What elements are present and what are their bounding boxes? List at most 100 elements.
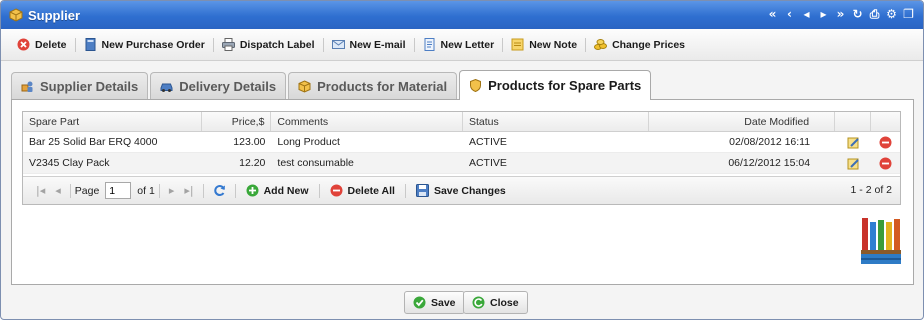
edit-row-button[interactable] xyxy=(835,153,871,173)
envelope-icon xyxy=(331,40,345,49)
window-title: Supplier xyxy=(28,7,81,23)
table-row[interactable]: Bar 25 Solid Bar ERQ 4000 123.00 Long Pr… xyxy=(23,132,900,153)
save-button[interactable]: Save xyxy=(404,291,465,314)
record-count: 1 - 2 of 2 xyxy=(850,184,892,196)
add-new-label: Add New xyxy=(263,184,309,197)
new-note-label: New Note xyxy=(529,38,578,51)
tab-delivery-details[interactable]: Delivery Details xyxy=(150,72,287,100)
note-icon xyxy=(511,38,524,51)
letter-icon xyxy=(424,38,435,51)
save-label: Save xyxy=(431,296,456,309)
spare-parts-grid: Spare Part Price,$ Comments Status Date … xyxy=(22,111,901,205)
left-icon[interactable]: ◂ xyxy=(800,7,813,21)
cell-comments: test consumable xyxy=(277,157,354,169)
bookshelf-icon xyxy=(861,218,901,264)
car-icon xyxy=(160,83,173,92)
tab-supplier-details[interactable]: Supplier Details xyxy=(11,72,149,100)
printer-icon xyxy=(221,38,235,51)
dispatch-label-button[interactable]: Dispatch Label xyxy=(216,38,321,51)
supplier-icon xyxy=(9,8,23,22)
save-changes-button[interactable]: Save Changes xyxy=(410,184,512,197)
cell-date-modified: 02/08/2012 16:11 xyxy=(729,136,811,148)
cell-date-modified: 06/12/2012 15:04 xyxy=(728,157,811,169)
remove-icon xyxy=(879,157,892,169)
delete-row-button[interactable] xyxy=(871,153,900,173)
cell-comments: Long Product xyxy=(277,136,340,148)
column-header-comments[interactable]: Comments xyxy=(271,112,463,131)
pager-divider xyxy=(202,183,204,198)
edit-icon xyxy=(847,158,859,169)
new-note-button[interactable]: New Note xyxy=(505,38,583,51)
table-row[interactable]: V2345 Clay Pack 12.20 test consumable AC… xyxy=(23,153,900,174)
refresh-icon[interactable] xyxy=(213,184,226,197)
cell-price: 12.20 xyxy=(239,157,266,169)
pager-divider xyxy=(69,183,71,198)
window-titlebar: Supplier « ‹ ◂ ▸ » ↻ ⎙ ⚙ ❐ xyxy=(1,1,923,29)
cell-status: ACTIVE xyxy=(468,157,507,169)
change-prices-label: Change Prices xyxy=(612,38,686,51)
tab-strip: Supplier Details Delivery Details Produc… xyxy=(11,70,652,100)
delete-button[interactable]: Delete xyxy=(11,38,73,51)
toolbar-divider xyxy=(413,37,415,52)
dispatch-label-label: Dispatch Label xyxy=(239,38,315,51)
new-email-button[interactable]: New E-mail xyxy=(326,38,412,51)
settings-icon[interactable]: ⚙ xyxy=(885,7,898,21)
next-page-icon[interactable]: ▸ xyxy=(164,184,180,197)
new-purchase-order-button[interactable]: New Purchase Order xyxy=(78,38,211,51)
check-icon xyxy=(413,296,426,309)
cell-spare-part: Bar 25 Solid Bar ERQ 4000 xyxy=(29,136,158,148)
grid-header: Spare Part Price,$ Comments Status Date … xyxy=(23,112,900,132)
tab-products-for-material[interactable]: Products for Material xyxy=(288,72,458,100)
change-prices-button[interactable]: Change Prices xyxy=(588,38,691,51)
print-icon[interactable]: ⎙ xyxy=(868,7,881,21)
cell-status: ACTIVE xyxy=(468,136,507,148)
column-header-date-modified[interactable]: Date Modified xyxy=(649,112,836,131)
delete-all-button[interactable]: Delete All xyxy=(324,184,401,197)
coins-icon xyxy=(594,39,608,50)
close-icon xyxy=(472,296,485,309)
tab-label: Products for Material xyxy=(317,79,448,94)
add-icon xyxy=(246,184,259,197)
toolbar-divider xyxy=(585,37,587,52)
pager-divider xyxy=(158,183,160,198)
refresh-icon[interactable]: ↻ xyxy=(851,7,864,21)
column-header-status[interactable]: Status xyxy=(463,112,649,131)
supplier-details-icon xyxy=(21,81,33,92)
pager-divider xyxy=(234,183,236,198)
right-icon[interactable]: ▸ xyxy=(817,7,830,21)
first-icon[interactable]: « xyxy=(766,7,779,21)
first-page-icon[interactable]: |◂ xyxy=(31,184,50,197)
delete-label: Delete xyxy=(35,38,67,51)
maximize-icon[interactable]: ❐ xyxy=(902,7,915,21)
delete-row-button[interactable] xyxy=(871,132,900,152)
delete-icon xyxy=(17,38,30,51)
close-button[interactable]: Close xyxy=(463,291,528,314)
cell-spare-part: V2345 Clay Pack xyxy=(29,157,110,169)
remove-icon xyxy=(330,184,342,197)
next-icon[interactable]: » xyxy=(834,7,847,21)
edit-row-button[interactable] xyxy=(835,132,871,152)
main-toolbar: Delete New Purchase Order Dispatch Label… xyxy=(1,29,923,61)
column-header-spare-part[interactable]: Spare Part xyxy=(23,112,202,131)
column-header-price[interactable]: Price,$ xyxy=(202,112,272,131)
delete-all-label: Delete All xyxy=(347,184,395,197)
page-number-input[interactable] xyxy=(105,182,132,199)
add-new-button[interactable]: Add New xyxy=(240,184,315,197)
new-letter-button[interactable]: New Letter xyxy=(417,38,501,51)
cell-price: 123.00 xyxy=(233,136,266,148)
page-label: Page xyxy=(74,184,100,197)
column-header-delete xyxy=(871,112,900,131)
save-changes-label: Save Changes xyxy=(433,184,506,197)
tab-label: Delivery Details xyxy=(179,79,277,94)
last-page-icon[interactable]: ▸| xyxy=(179,184,198,197)
new-purchase-order-label: New Purchase Order xyxy=(101,38,205,51)
toolbar-divider xyxy=(502,37,504,52)
toolbar-divider xyxy=(322,37,324,52)
prev-icon[interactable]: ‹ xyxy=(783,7,796,21)
tab-products-for-spare-parts[interactable]: Products for Spare Parts xyxy=(459,70,652,100)
prev-page-icon[interactable]: ◂ xyxy=(50,184,66,197)
pager-divider xyxy=(318,183,320,198)
pager-divider xyxy=(404,183,406,198)
close-label: Close xyxy=(490,296,519,309)
box-icon xyxy=(298,80,311,93)
